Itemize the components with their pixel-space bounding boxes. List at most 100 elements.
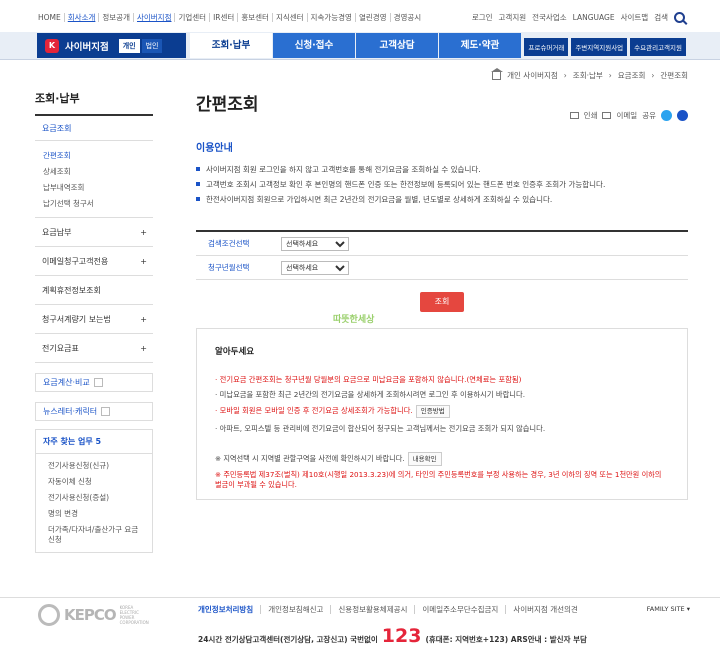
cyber-branch-brand: K 사이버지점 개인 법인 <box>37 33 186 58</box>
month-select[interactable]: 선택하세요 <box>281 260 349 275</box>
tab-terms[interactable]: 제도·약관 <box>439 33 521 58</box>
top-link-knowledge[interactable]: 지식센터 <box>273 13 308 22</box>
form-row: 청구년월선택 선택하세요 <box>196 256 688 280</box>
notice-line: · 전기요금 간편조회는 청구년월 당월분의 요금으로 미납요금을 포함하지 않… <box>215 375 522 384</box>
home-icon[interactable] <box>491 67 504 80</box>
language-link[interactable]: LANGUAGE <box>573 13 615 22</box>
sidebar-item-rates[interactable]: 전기요금표 + <box>35 334 153 363</box>
sidebar-item-fee-inquiry[interactable]: 요금조회 <box>35 116 153 141</box>
favorite-item[interactable]: 자동이체 신청 <box>48 474 145 490</box>
quick-buttons: 프로슈머거래 주변지역지원사업 수요관리고객지원 <box>524 38 686 56</box>
info-list: 사이버지점 회원 로그인을 하지 않고 고객번호를 통해 전기요금을 조회하실 … <box>196 162 688 207</box>
calculator-icon <box>93 378 103 387</box>
email-link[interactable]: 이메일 <box>616 110 637 121</box>
section-title: 이용안내 <box>196 143 233 154</box>
search-button[interactable]: 조회 <box>420 292 464 312</box>
sidebar-item-payment[interactable]: 요금납부 + <box>35 218 153 247</box>
email-icon[interactable] <box>602 112 612 119</box>
sidebar-item-label: 계획휴전정보조회 <box>42 285 101 295</box>
sidebar-child-due[interactable]: 납기선택 청구서 <box>43 195 153 211</box>
footer-link[interactable]: 이메일주소무단수집금지 <box>415 605 507 614</box>
top-link-pr[interactable]: 홍보센터 <box>238 13 273 22</box>
notice-note: ※ 주민등록법 제37조(벌칙) 제10호(시행일 2013.3.23)에 의거… <box>215 470 662 489</box>
top-links-right: 로그인 고객지원 전국사업소 LANGUAGE 사이트맵 검색 <box>472 12 685 23</box>
top-link-open[interactable]: 열린경영 <box>356 13 391 22</box>
top-link-cyber[interactable]: 사이버지점 <box>134 13 176 22</box>
sidebar-item-email[interactable]: 이메일청구고객전용 + <box>35 247 153 276</box>
brand-name[interactable]: 사이버지점 <box>65 39 109 53</box>
breadcrumb-item[interactable]: 요금조회 <box>618 70 646 81</box>
top-link-mgmt[interactable]: 경영공시 <box>391 13 425 22</box>
auth-method-button[interactable]: 인증방법 <box>415 405 450 418</box>
twitter-icon[interactable] <box>661 110 672 121</box>
sitemap-link[interactable]: 사이트맵 <box>621 12 649 23</box>
top-link-company[interactable]: 회사소개 <box>65 13 100 22</box>
breadcrumb-item[interactable]: 조회·납부 <box>573 70 603 81</box>
top-link-disclosure[interactable]: 정보공개 <box>99 13 134 22</box>
breadcrumb-current: 간편조회 <box>660 71 688 80</box>
top-links-left: HOME 회사소개 정보공개 사이버지점 기업센터 IR센터 홍보센터 지식센터… <box>35 13 424 22</box>
condition-label: 검색조건선택 <box>208 239 250 248</box>
info-item: 사이버지점 회원 로그인을 하지 않고 고객번호를 통해 전기요금을 조회하실 … <box>196 162 688 177</box>
plus-icon: + <box>140 343 147 353</box>
search-link[interactable]: 검색 <box>654 12 668 23</box>
sidebar-child-detail[interactable]: 상세조회 <box>43 163 153 179</box>
sidebar-item-meter[interactable]: 청구서계량기 보는법 + <box>35 305 153 334</box>
sidebar-child-simple[interactable]: 간편조회 <box>43 147 153 163</box>
favorite-item[interactable]: 더가족/다자녀/출산가구 요금 신청 <box>48 522 145 548</box>
tab-inquiry-payment[interactable]: 조회·납부 <box>190 33 272 58</box>
main-content: 간편조회 인쇄 이메일 공유 이용안내 사이버지점 회원 로그인을 하지 않고 … <box>196 90 688 500</box>
login-link[interactable]: 로그인 <box>472 12 493 23</box>
sidebar-item-label: 요금납부 <box>42 227 72 237</box>
fee-calc-label: 요금계산·비교 <box>43 378 90 387</box>
sidebar-child-history[interactable]: 납부내역조회 <box>43 179 153 195</box>
top-link-biz[interactable]: 기업센터 <box>175 13 211 22</box>
top-link-ir[interactable]: IR센터 <box>210 13 239 22</box>
kepco-logo-icon <box>38 604 60 626</box>
footer-link[interactable]: 신용정보활용체제공시 <box>331 605 416 614</box>
share-tools: 인쇄 이메일 공유 <box>569 110 688 121</box>
regional-support-button[interactable]: 주변지역지원사업 <box>571 38 628 56</box>
chevron-down-icon: ▾ <box>686 605 690 613</box>
print-icon[interactable] <box>569 112 579 119</box>
print-link[interactable]: 인쇄 <box>584 110 598 121</box>
support-link[interactable]: 고객지원 <box>499 12 527 23</box>
facebook-icon[interactable] <box>677 110 688 121</box>
corporate-toggle[interactable]: 법인 <box>141 38 163 53</box>
sidebar-children: 간편조회 상세조회 납부내역조회 납기선택 청구서 <box>35 141 153 218</box>
tab-consult[interactable]: 고객상담 <box>356 33 438 58</box>
favorite-item[interactable]: 전기사용신청(신규) <box>48 458 145 474</box>
family-site-select[interactable]: FAMILY SITE ▾ <box>647 605 690 613</box>
call-text: 24시간 전기상담고객센터(전기상담, 고장신고) 국번없이 <box>198 635 378 644</box>
favorite-item[interactable]: 명의 변경 <box>48 506 145 522</box>
breadcrumb-item[interactable]: 개인 사이버지점 <box>507 70 558 81</box>
breadcrumb: 개인 사이버지점 › 조회·납부 › 요금조회 › 간편조회 <box>491 67 688 81</box>
footer-link[interactable]: 개인정보처리방침 <box>198 605 262 614</box>
newsletter-box[interactable]: 뉴스레터·캐릭터 <box>35 402 153 421</box>
search-icon[interactable] <box>674 12 685 23</box>
favorite-item[interactable]: 전기사용신청(증설) <box>48 490 145 506</box>
newsletter-label: 뉴스레터·캐릭터 <box>43 407 98 416</box>
plus-icon: + <box>140 227 147 237</box>
top-link-home[interactable]: HOME <box>35 13 65 22</box>
top-link-sustain[interactable]: 지속가능경영 <box>308 13 356 22</box>
sidebar-item-outage[interactable]: 계획휴전정보조회 <box>35 276 153 305</box>
individual-toggle[interactable]: 개인 <box>118 38 140 53</box>
inquiry-form: 검색조건선택 선택하세요 청구년월선택 선택하세요 <box>196 230 688 280</box>
prosumer-button[interactable]: 프로슈머거래 <box>524 38 569 56</box>
kepco-logo-text: KEPCO <box>64 606 117 624</box>
condition-select[interactable]: 선택하세요 <box>281 236 349 251</box>
offices-link[interactable]: 전국사업소 <box>532 12 567 23</box>
favorite-tasks: 자주 찾는 업무 5 전기사용신청(신규) 자동이체 신청 전기사용신청(증설)… <box>35 429 153 553</box>
fee-calc-box[interactable]: 요금계산·비교 <box>35 373 153 392</box>
footer-link[interactable]: 개인정보침해신고 <box>261 605 332 614</box>
sidebar: 조회·납부 요금조회 간편조회 상세조회 납부내역조회 납기선택 청구서 요금납… <box>35 90 153 553</box>
plus-icon: + <box>140 314 147 324</box>
footer-link[interactable]: 사이버지점 개선의견 <box>506 605 584 614</box>
month-label: 청구년월선택 <box>208 263 250 272</box>
notice-line: · 모바일 회원은 모바일 인증 후 전기요금 상세조회가 가능합니다. 인증방법 <box>215 402 669 421</box>
check-content-button[interactable]: 내용확인 <box>407 452 442 466</box>
tab-application[interactable]: 신청·접수 <box>273 33 355 58</box>
sidebar-title: 조회·납부 <box>35 90 153 116</box>
demand-mgmt-button[interactable]: 수요관리고객지원 <box>630 38 686 56</box>
